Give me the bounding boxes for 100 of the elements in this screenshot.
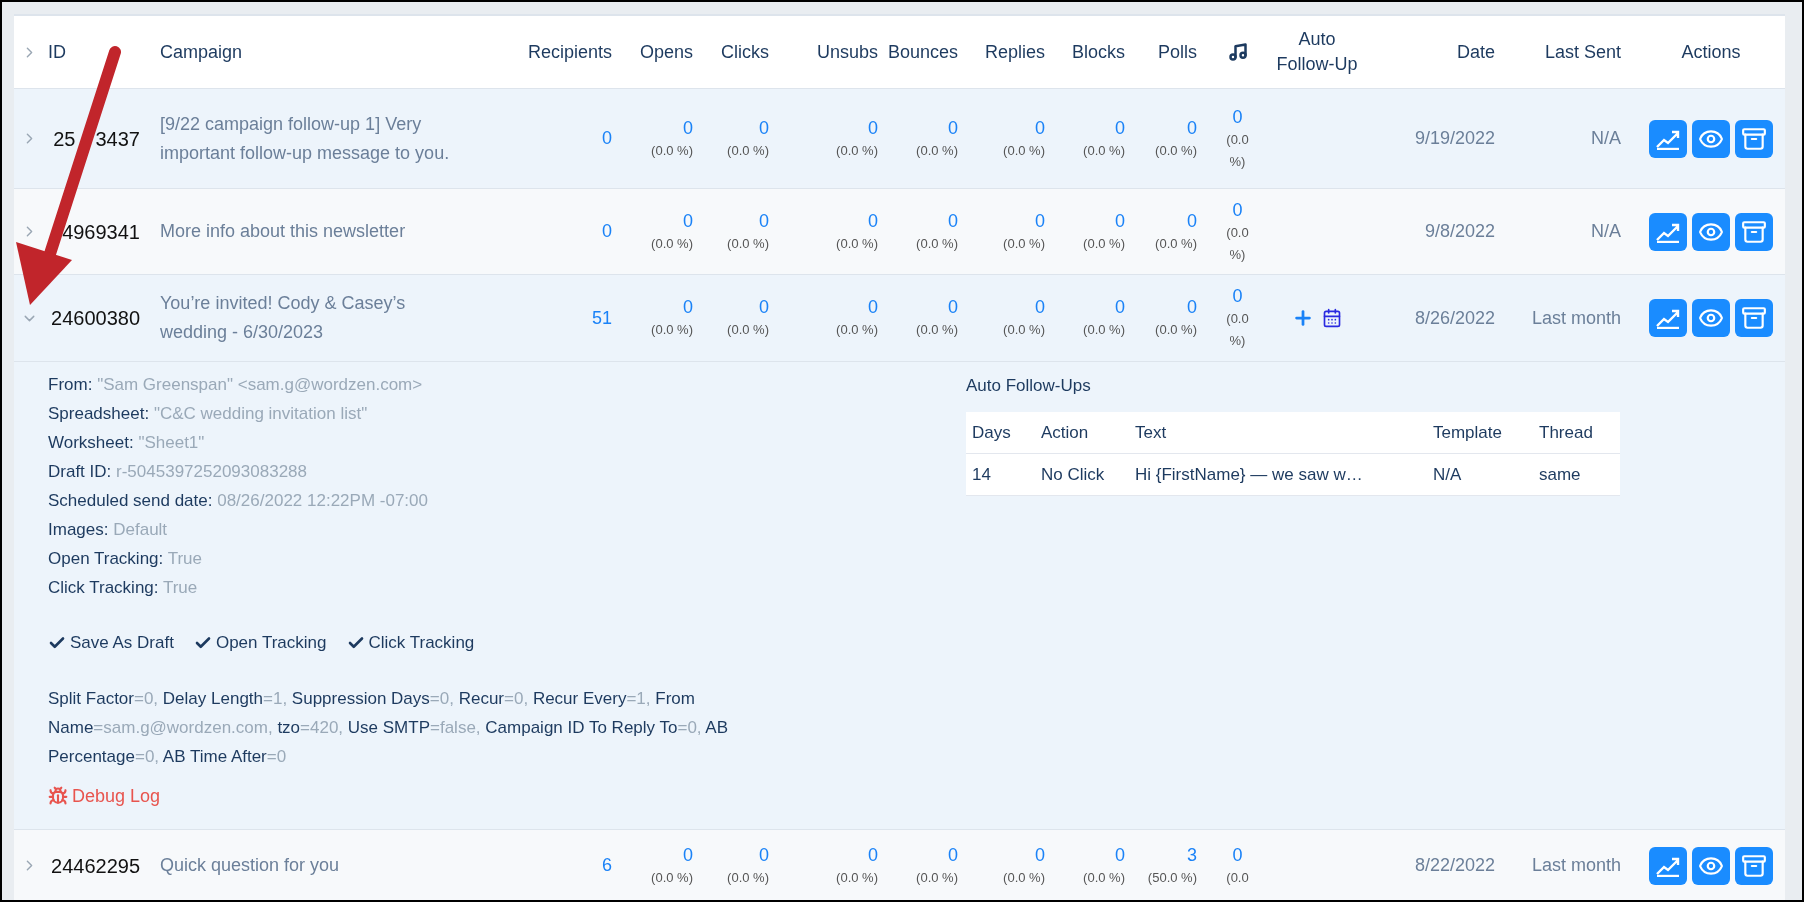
stat-percent: (0.0 %) (1003, 234, 1045, 253)
stat-percent: (0.0 %) (1003, 321, 1045, 339)
stat-percent: (0.0 %) (1225, 223, 1250, 264)
preview-button[interactable] (1692, 846, 1730, 885)
debug-log-link[interactable]: Debug Log (72, 782, 161, 810)
stat-count[interactable]: 0 (1115, 115, 1125, 140)
stats-button[interactable] (1649, 846, 1687, 885)
stat-count[interactable]: 0 (868, 208, 878, 233)
flag-label: Open Tracking (215, 632, 327, 654)
settings-text: Split Factor=0, Delay Length=1, Suppression Days=0, Recur=0, Recur Every=1, From Name=sam.g@wordzen.com, tzo=420, Use SMTP=false, Campaign ID To Reply To=0, AB Percentage=0, AB Time After=0 (48, 687, 730, 768)
archive-button[interactable] (1735, 212, 1773, 251)
archive-icon (1741, 852, 1767, 879)
stat-count[interactable]: 0 (948, 295, 958, 319)
column-header: Action (1041, 421, 1090, 444)
recipients-count[interactable]: 0 (602, 221, 612, 241)
table-cell-text: 14 (972, 463, 992, 486)
campaign-name: More info about this newsletter (160, 221, 406, 241)
stat-count[interactable]: 0 (1232, 104, 1243, 129)
column-header[interactable]: Recipients (527, 41, 612, 62)
stat-count[interactable]: 0 (683, 295, 693, 319)
stat-count[interactable]: 0 (683, 842, 693, 867)
stat-count[interactable]: 0 (1187, 115, 1197, 140)
stat-count[interactable]: 0 (1115, 295, 1125, 319)
stat-percent: (0.0 %) (836, 321, 878, 339)
stats-button[interactable] (1649, 299, 1687, 337)
column-header[interactable]: Bounces (887, 41, 958, 62)
stat-percent: (0.0 %) (727, 234, 769, 253)
column-header[interactable]: Clicks (721, 41, 769, 62)
stat-count[interactable]: 0 (948, 115, 958, 140)
stat-percent: (0.0 %) (1155, 141, 1197, 160)
stat-count[interactable]: 0 (1115, 208, 1125, 233)
column-header[interactable]: Auto Follow-Up (1272, 27, 1362, 77)
campaign-id: 3437 (95, 126, 140, 152)
stat-count[interactable]: 0 (1232, 284, 1243, 308)
column-header[interactable]: Unsubs (816, 41, 878, 62)
stat-percent: (0.0 %) (916, 868, 958, 887)
stat-percent: (0.0 (1225, 868, 1250, 887)
stat-count[interactable]: 0 (683, 208, 693, 233)
campaign-name: [9/22 campaign follow-up 1] Very important follow-up message to you. (160, 113, 450, 163)
detail-field: Open Tracking: True (48, 544, 966, 573)
archive-button[interactable] (1735, 846, 1773, 885)
stat-count[interactable]: 0 (1115, 842, 1125, 867)
calendar-icon[interactable] (1322, 308, 1342, 328)
last-sent: Last month (1531, 307, 1621, 328)
column-header[interactable]: Polls (1158, 41, 1197, 62)
campaign-date: 8/26/2022 (1414, 307, 1495, 328)
stat-percent: (0.0 %) (727, 141, 769, 160)
stats-button[interactable] (1649, 119, 1687, 158)
preview-button[interactable] (1692, 212, 1730, 251)
archive-icon (1741, 125, 1767, 152)
last-sent: N/A (1591, 128, 1621, 148)
archive-button[interactable] (1735, 119, 1773, 158)
stat-count[interactable]: 3 (1187, 842, 1197, 867)
table-cell-text: same (1539, 463, 1582, 486)
stat-count[interactable]: 0 (948, 208, 958, 233)
stat-count[interactable]: 0 (868, 115, 878, 140)
column-header[interactable]: ID (48, 41, 66, 62)
stat-percent: (0.0 %) (916, 321, 958, 339)
stat-count[interactable]: 0 (1035, 115, 1045, 140)
auto-follow-ups-title: Auto Follow-Ups (966, 375, 1092, 397)
stats-button[interactable] (1649, 212, 1687, 251)
stat-count[interactable]: 0 (1035, 842, 1045, 867)
stat-percent: (0.0 %) (1225, 310, 1250, 350)
detail-field: Draft ID: r-5045397252093083288 (48, 457, 966, 486)
stat-count[interactable]: 0 (1232, 842, 1243, 867)
archive-button[interactable] (1735, 299, 1773, 337)
column-header[interactable]: Last Sent (1544, 41, 1621, 62)
stat-count[interactable]: 0 (759, 842, 769, 867)
stat-count[interactable]: 0 (759, 295, 769, 319)
stat-count[interactable]: 0 (948, 842, 958, 867)
stat-count[interactable]: 0 (1232, 197, 1243, 222)
stat-percent: (0.0 %) (916, 234, 958, 253)
stat-count[interactable]: 0 (683, 115, 693, 140)
stat-count[interactable]: 0 (759, 208, 769, 233)
add-follow-up-icon[interactable] (1292, 307, 1314, 329)
column-header: Template (1433, 421, 1503, 444)
column-header[interactable]: Date (1456, 41, 1495, 62)
last-sent: Last month (1531, 855, 1621, 875)
stat-count[interactable]: 0 (1187, 295, 1197, 319)
campaign-date: 8/22/2022 (1414, 855, 1495, 875)
recipients-count[interactable]: 51 (591, 307, 612, 328)
column-header[interactable]: Campaign (160, 41, 243, 62)
bug-icon[interactable] (48, 786, 68, 806)
campaign-id: 25 (53, 126, 76, 152)
column-header[interactable]: Opens (639, 41, 693, 62)
column-header[interactable]: Blocks (1072, 41, 1125, 62)
stat-count[interactable]: 0 (759, 115, 769, 140)
stat-percent: (0.0 %) (836, 234, 878, 253)
stat-count[interactable]: 0 (1035, 295, 1045, 319)
stat-count[interactable]: 0 (868, 295, 878, 319)
stat-count[interactable]: 0 (868, 842, 878, 867)
preview-button[interactable] (1692, 119, 1730, 158)
flag-label: Click Tracking (368, 632, 475, 654)
recipients-count[interactable]: 0 (602, 128, 612, 148)
stat-count[interactable]: 0 (1187, 208, 1197, 233)
detail-field: Scheduled send date: 08/26/2022 12:22PM -07:00 (48, 486, 966, 515)
recipients-count[interactable]: 6 (602, 855, 612, 875)
column-header[interactable]: Replies (984, 41, 1045, 62)
stat-count[interactable]: 0 (1035, 208, 1045, 233)
preview-button[interactable] (1692, 299, 1730, 337)
